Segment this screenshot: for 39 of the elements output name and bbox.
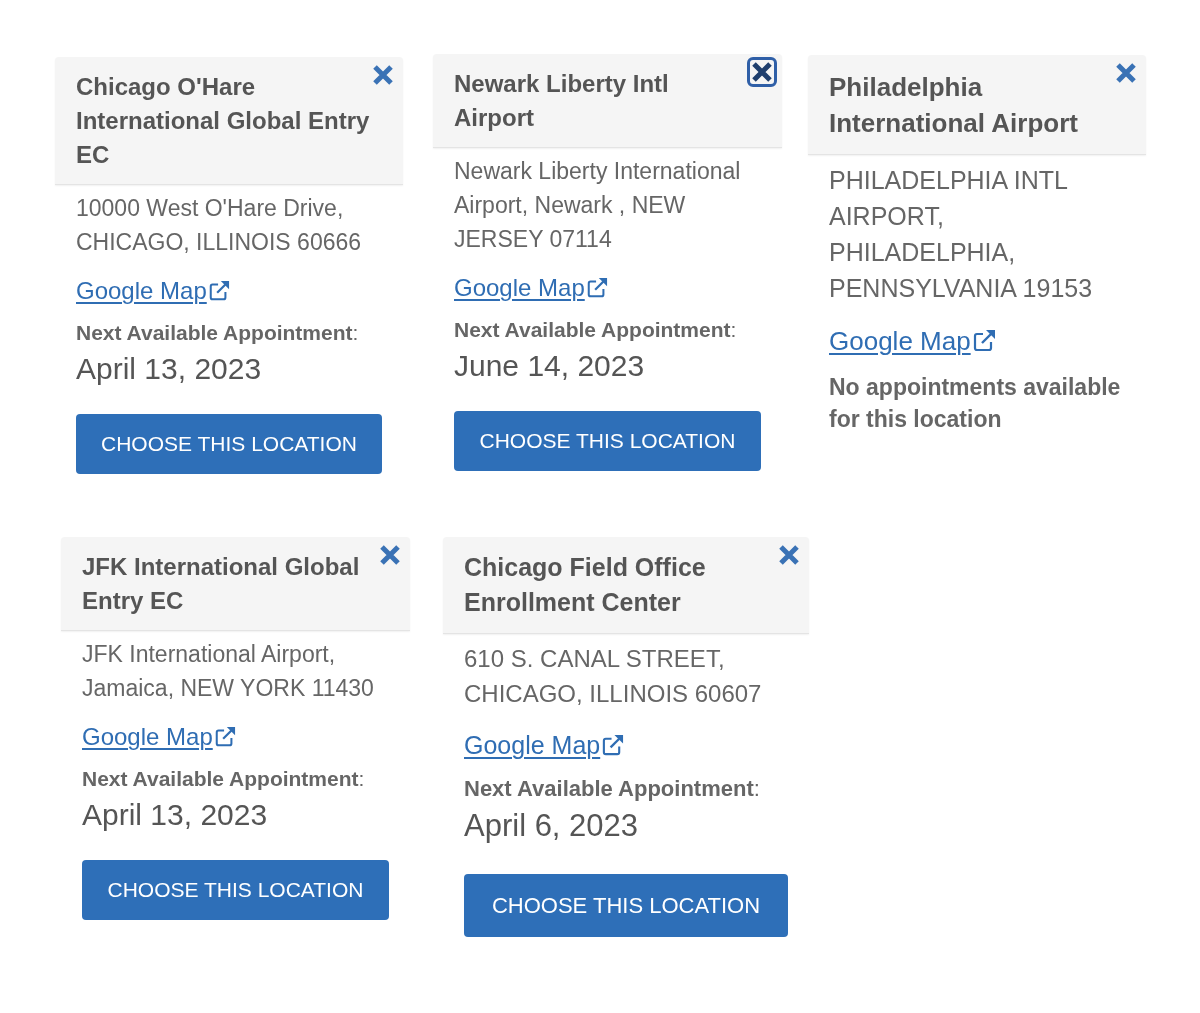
location-address: JFK International Airport, Jamaica, NEW YORK 11430 — [82, 640, 375, 703]
google-map-link[interactable]: Google Map — [464, 728, 625, 763]
choose-location-button[interactable]: CHOOSE THIS LOCATION — [82, 860, 389, 920]
location-address: 610 S. CANAL STREET, CHICAGO, ILLINOIS 60607 — [464, 644, 763, 709]
appointment-date: April 13, 2023 — [82, 797, 269, 833]
appointment-date: April 13, 2023 — [76, 351, 263, 387]
external-link-icon — [601, 734, 625, 757]
google-map-link[interactable]: Google Map — [454, 271, 608, 305]
location-title: Philadelphia International Airport — [829, 71, 1079, 140]
appointment-label: Next Available Appointment: — [464, 775, 761, 803]
close-icon — [379, 544, 401, 566]
appointment-label: Next Available Appointment: — [76, 320, 360, 346]
external-link-icon — [207, 280, 230, 302]
location-title: Newark Liberty Intl Airport — [454, 69, 670, 133]
appointment-label: Next Available Appointment: — [454, 317, 738, 343]
appointment-date: April 6, 2023 — [464, 807, 640, 845]
close-icon — [1115, 62, 1137, 84]
google-map-link[interactable]: Google Map — [76, 274, 230, 308]
external-link-icon — [585, 277, 608, 299]
location-title: Chicago O'Hare International Global Entry EC — [76, 72, 371, 170]
external-link-icon — [213, 726, 236, 748]
location-address: 10000 West O'Hare Drive, CHICAGO, ILLINOIS 60666 — [76, 194, 363, 257]
choose-location-button[interactable]: CHOOSE THIS LOCATION — [76, 414, 382, 474]
appointment-label: Next Available Appointment: — [82, 766, 366, 792]
choose-location-button[interactable]: CHOOSE THIS LOCATION — [464, 874, 788, 937]
google-map-link[interactable]: Google Map — [82, 720, 236, 754]
location-address: Newark Liberty International Airport, Newark , NEW JERSEY 07114 — [454, 157, 742, 254]
google-map-link[interactable]: Google Map — [829, 323, 996, 359]
location-address: PHILADELPHIA INTL AIRPORT, PHILADELPHIA, PENNSYLVANIA 19153 — [829, 165, 1094, 304]
close-icon — [751, 61, 773, 83]
location-title: JFK International Global Entry EC — [82, 552, 361, 616]
location-title: Chicago Field Office Enrollment Center — [464, 552, 707, 618]
close-icon — [372, 64, 394, 86]
close-button[interactable] — [747, 57, 777, 87]
no-appointments-message: No appointments available for this location — [829, 373, 1122, 434]
external-link-icon — [971, 329, 996, 353]
appointment-date: June 14, 2023 — [454, 348, 646, 384]
close-icon — [778, 544, 800, 566]
choose-location-button[interactable]: CHOOSE THIS LOCATION — [454, 411, 761, 471]
